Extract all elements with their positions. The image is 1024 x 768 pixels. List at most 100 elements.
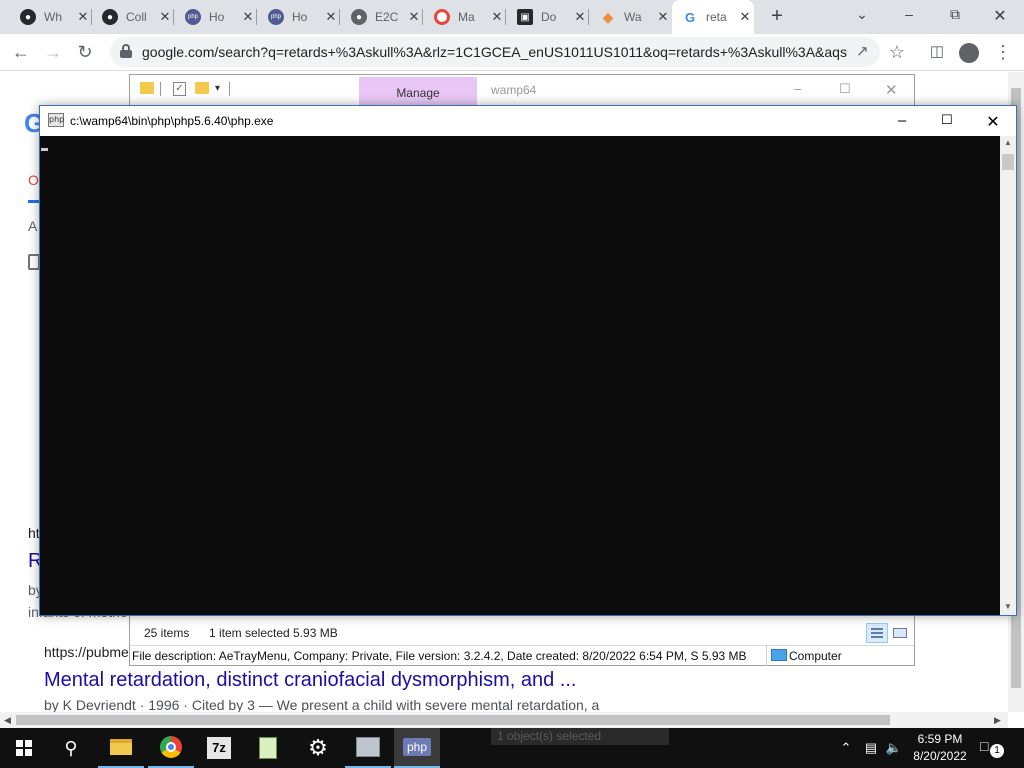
close-icon[interactable]: ✕ — [490, 9, 504, 25]
browser-tab[interactable]: php Ho ✕ — [258, 0, 340, 34]
explorer-details-bar: File description: AeTrayMenu, Company: P… — [130, 645, 914, 666]
maximize-icon[interactable]: ☐ — [937, 112, 957, 128]
folder-icon — [110, 739, 132, 755]
tab-label: Ho — [209, 10, 225, 24]
close-window-icon[interactable]: ✕ — [990, 6, 1010, 26]
windows-logo-icon — [16, 740, 32, 756]
taskbar-ghost-tooltip: 1 object(s) selected — [491, 728, 669, 745]
gear-icon: ⚙ — [308, 735, 328, 760]
search-icon: ⚲ — [64, 737, 78, 758]
explorer-title-bar[interactable]: ✓ ▾ Manage wamp64 – ☐ ✕ — [130, 75, 914, 105]
minimize-icon[interactable]: – — [899, 6, 919, 22]
clock-date: 8/20/2022 — [913, 749, 967, 763]
browser-tab[interactable]: ▣ Do ✕ — [507, 0, 589, 34]
php-icon: php — [268, 9, 284, 25]
tab-label: Wh — [44, 10, 62, 24]
7zip-taskbar-button[interactable]: 7z — [196, 728, 242, 768]
address-bar[interactable]: google.com/search?q=retards+%3Askull%3A&… — [110, 37, 880, 67]
forward-icon[interactable]: → — [42, 42, 64, 64]
properties-icon[interactable]: ✓ — [173, 82, 186, 96]
results-count-fragment: A — [28, 218, 38, 234]
bookmark-star-icon[interactable]: ☆ — [886, 42, 908, 64]
notepadpp-icon — [259, 737, 277, 759]
details-view-icon[interactable] — [866, 623, 888, 643]
result-title-link[interactable]: Mental retardation, distinct craniofacia… — [44, 669, 576, 692]
manage-ribbon-tab[interactable]: Manage — [359, 77, 477, 105]
tab-label: Do — [541, 10, 557, 24]
reload-icon[interactable]: ↻ — [74, 42, 96, 64]
close-icon[interactable]: ✕ — [407, 9, 421, 25]
diamond-icon: ◆ — [602, 8, 614, 25]
profile-avatar-icon[interactable] — [958, 42, 980, 64]
close-icon[interactable]: ✕ — [885, 81, 898, 99]
close-icon[interactable]: ✕ — [158, 9, 172, 25]
new-folder-icon[interactable] — [195, 82, 209, 94]
tab-search-icon[interactable]: ⌄ — [852, 6, 872, 23]
item-count: 25 items — [144, 626, 190, 640]
github-icon: ● — [20, 9, 36, 25]
menu-dots-icon[interactable]: ⋮ — [992, 42, 1014, 64]
url-fragment: ht — [28, 525, 40, 541]
browser-tab-active[interactable]: G reta ✕ — [672, 0, 754, 34]
settings-taskbar-button[interactable]: ⚙ — [295, 728, 341, 768]
notepad-taskbar-button[interactable] — [245, 728, 291, 768]
browser-tab[interactable]: ● E2C ✕ — [341, 0, 423, 34]
new-tab-button[interactable]: + — [766, 6, 788, 28]
console-title-bar[interactable]: php c:\wamp64\bin\php\php5.6.40\php.exe … — [40, 106, 1016, 136]
browser-tab[interactable]: ● Coll ✕ — [92, 0, 174, 34]
folder-icon — [140, 82, 154, 94]
close-icon[interactable]: ✕ — [76, 9, 90, 25]
close-icon[interactable]: ✕ — [573, 9, 587, 25]
lock-icon[interactable] — [120, 44, 132, 58]
browser-tab[interactable]: php Ho ✕ — [175, 0, 257, 34]
result-url[interactable]: https://pubme — [44, 644, 129, 660]
browser-toolbar: ← → ↻ google.com/search?q=retards+%3Asku… — [0, 34, 1024, 71]
wamp-taskbar-button[interactable] — [345, 728, 391, 768]
system-clock[interactable]: 6:59 PM 8/20/2022 — [900, 731, 980, 765]
tab-label: Ho — [292, 10, 308, 24]
result-snippet: by K Devriendt · 1996 · Cited by 3 — We … — [44, 697, 600, 713]
large-icons-view-icon[interactable] — [889, 623, 911, 643]
network-icon[interactable]: ▤ — [860, 728, 882, 768]
php-taskbar-button[interactable]: php — [394, 728, 440, 768]
close-icon[interactable]: ✕ — [241, 9, 255, 25]
start-button[interactable] — [0, 728, 46, 768]
url-text[interactable]: google.com/search?q=retards+%3Askull%3A&… — [142, 44, 848, 60]
notification-center-button[interactable]: □ 1 — [980, 738, 1006, 758]
tab-label: E2C — [375, 10, 399, 24]
restore-icon[interactable]: ⧉ — [945, 6, 965, 23]
google-icon: G — [684, 9, 696, 25]
tab-all-fragment[interactable]: O — [28, 172, 39, 188]
maximize-icon[interactable]: ☐ — [839, 81, 851, 97]
php-console-window[interactable]: php c:\wamp64\bin\php\php5.6.40\php.exe … — [39, 105, 1017, 616]
computer-icon — [771, 649, 787, 661]
page-horizontal-scrollbar[interactable]: ◀ ▶ — [0, 712, 1008, 728]
share-icon[interactable]: ↗ — [856, 42, 869, 60]
download-icon: ▣ — [517, 9, 533, 25]
location-label: Computer — [789, 649, 842, 663]
close-icon[interactable]: ✕ — [983, 112, 1003, 132]
tab-label: reta — [706, 10, 727, 24]
console-output-area[interactable] — [40, 136, 1000, 615]
back-icon[interactable]: ← — [10, 42, 32, 64]
clock-time: 6:59 PM — [917, 732, 963, 746]
quick-access-dropdown-icon[interactable]: ▾ — [215, 83, 220, 94]
browser-tab[interactable]: ◆ Wa ✕ — [590, 0, 672, 34]
tab-label: Coll — [126, 10, 147, 24]
browser-tab[interactable]: Ma ✕ — [424, 0, 506, 34]
minimize-icon[interactable]: – — [892, 112, 912, 129]
side-panel-icon[interactable]: ◫ — [926, 42, 948, 64]
close-icon[interactable]: ✕ — [738, 9, 752, 25]
close-icon[interactable]: ✕ — [324, 9, 338, 25]
chrome-taskbar-button[interactable] — [148, 728, 194, 768]
show-hidden-icons-icon[interactable]: ⌃ — [836, 728, 856, 768]
console-scrollbar[interactable]: ▲ ▼ — [1000, 136, 1016, 615]
browser-tab[interactable]: ● Wh ✕ — [10, 0, 92, 34]
search-button[interactable]: ⚲ — [48, 728, 94, 768]
console-title: c:\wamp64\bin\php\php5.6.40\php.exe — [70, 114, 274, 128]
explorer-window-title: wamp64 — [491, 83, 537, 97]
location-computer: Computer — [766, 646, 912, 666]
file-explorer-taskbar-button[interactable] — [98, 728, 144, 768]
close-icon[interactable]: ✕ — [656, 9, 670, 25]
minimize-icon[interactable]: – — [794, 81, 801, 96]
